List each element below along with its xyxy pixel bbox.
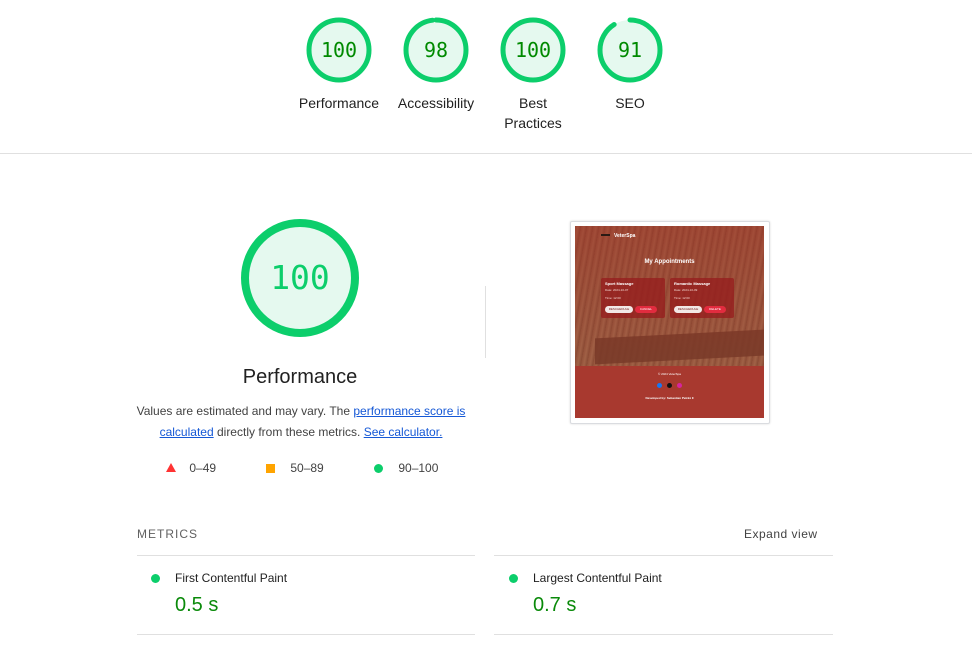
divider (485, 286, 486, 358)
torii-logo-icon (601, 234, 610, 244)
x-icon (667, 383, 672, 388)
gauge-performance[interactable]: 100 Performance (291, 17, 387, 113)
legend-average: 50–89 (266, 459, 324, 477)
gauge-ring: 91 (597, 17, 663, 83)
performance-score: 100 (270, 258, 330, 297)
legend-label: 90–100 (398, 461, 439, 475)
card-time: Time: 12:00 (674, 296, 690, 300)
screenshot-brand: VeterSpa (614, 233, 636, 239)
gauge-ring: 98 (403, 17, 469, 83)
score-summary-bar: 100 Performance 98 Accessibility 100 Bes… (0, 0, 972, 154)
card-date: Date: 2024-10-09 (674, 288, 698, 292)
divider (494, 555, 833, 556)
metric-value: 0.7 s (533, 594, 577, 616)
metric-name: First Contentful Paint (175, 571, 288, 585)
gauge-accessibility[interactable]: 98 Accessibility (388, 17, 484, 113)
square-icon (266, 464, 275, 474)
performance-title: Performance (242, 366, 358, 388)
card-title: Romantic Massage (674, 281, 711, 286)
circle-icon (374, 464, 383, 474)
gauge-label: Accessibility (397, 95, 475, 111)
gauge-score: 98 (423, 38, 449, 62)
gauge-seo[interactable]: 91 SEO (582, 17, 678, 113)
performance-gauge-large: 100 (240, 218, 360, 338)
legend-label: 0–49 (189, 461, 217, 475)
pass-circle-icon (509, 574, 518, 583)
gauge-score: 100 (514, 38, 552, 62)
screenshot-heading: My Appointments (644, 259, 695, 265)
performance-description: Values are estimated and may vary. The p… (136, 401, 466, 443)
triangle-icon (166, 463, 176, 473)
facebook-icon (657, 383, 662, 388)
reschedule-button: RESCHEDULE (674, 306, 702, 313)
gauge-best-practices[interactable]: 100 Best Practices (485, 17, 581, 133)
divider (137, 555, 475, 556)
card-date: Date: 2024-10-07 (605, 288, 629, 292)
reschedule-button: RESCHEDULE (605, 306, 633, 313)
final-screenshot[interactable]: VeterSpa My Appointments Sport Massage D… (570, 221, 770, 424)
metric-name: Largest Contentful Paint (533, 571, 662, 585)
divider (494, 634, 833, 635)
screenshot-developer: Developed by: Sebastian Petráš II (645, 396, 694, 400)
desc-text: Values are estimated and may vary. The (136, 404, 354, 418)
gauge-label: Performance (298, 95, 380, 111)
gauge-ring: 100 (306, 17, 372, 83)
legend-pass: 90–100 (374, 459, 438, 477)
gauge-ring: 100 (500, 17, 566, 83)
desc-text: directly from these metrics. (213, 425, 364, 439)
instagram-icon (677, 383, 682, 388)
gauge-label: Best Practices (504, 95, 562, 131)
screenshot-copyright: © 2024 VeterSpa (658, 372, 681, 376)
card-time: Time: 12:00 (605, 296, 621, 300)
legend-fail: 0–49 (166, 459, 216, 477)
appointment-card: Romantic Massage Date: 2024-10-09 Time: … (670, 278, 734, 318)
gauge-label: SEO (615, 95, 645, 111)
screenshot-image: VeterSpa My Appointments Sport Massage D… (575, 226, 764, 418)
metric-value: 0.5 s (175, 594, 219, 616)
expand-view-toggle[interactable]: Expand view (744, 527, 818, 541)
delete-button: DELETE (704, 306, 726, 313)
card-title: Sport Massage (605, 281, 634, 286)
cancel-button: CANCEL (635, 306, 657, 313)
metrics-heading: METRICS (137, 527, 198, 541)
pass-circle-icon (151, 574, 160, 583)
gauge-score: 91 (617, 38, 643, 62)
appointment-card: Sport Massage Date: 2024-10-07 Time: 12:… (601, 278, 665, 318)
gauge-score: 100 (320, 38, 358, 62)
see-calculator-link[interactable]: See calculator. (364, 425, 443, 439)
legend-label: 50–89 (290, 461, 324, 475)
divider (137, 634, 475, 635)
